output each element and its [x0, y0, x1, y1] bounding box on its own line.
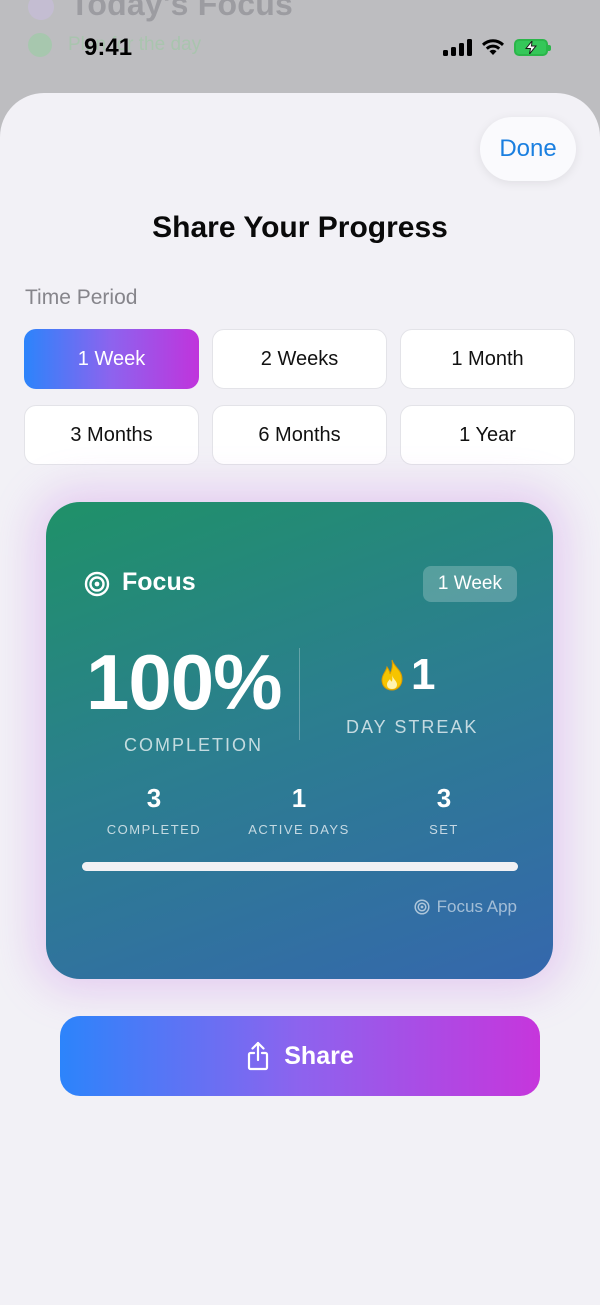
stat-value: 1	[291, 783, 307, 813]
streak-block: 1	[379, 650, 435, 700]
completion-label: COMPLETION	[124, 735, 264, 755]
stat-active-days: 1 ACTIVE DAYS	[224, 783, 374, 837]
share-progress-sheet: Done Share Your Progress Time Period 1 W…	[0, 93, 600, 1305]
background-check-icon	[28, 33, 52, 57]
background-task-icon	[28, 0, 54, 20]
card-divider	[299, 648, 300, 740]
done-button[interactable]: Done	[480, 117, 576, 181]
stat-label: COMPLETED	[106, 822, 202, 837]
streak-label: DAY STREAK	[346, 717, 479, 737]
time-period-selector: 1 Week 2 Weeks 1 Month 3 Months 6 Months…	[24, 329, 576, 465]
completion-progress-bar	[82, 862, 518, 871]
status-time: 9:41	[84, 34, 133, 61]
period-option-1-week[interactable]: 1 Week	[24, 329, 199, 389]
progress-share-card: Focus 1 Week 100% COMPLETION 1 DAY STREA…	[46, 502, 553, 979]
stat-value: 3	[146, 783, 162, 813]
period-option-1-month[interactable]: 1 Month	[400, 329, 575, 389]
stat-value: 3	[436, 783, 452, 813]
card-app-name: Focus	[122, 568, 196, 596]
cellular-signal-icon	[443, 38, 472, 56]
card-footer-brand: Focus App	[414, 897, 517, 917]
share-button[interactable]: Share	[60, 1016, 540, 1096]
share-icon	[248, 1041, 269, 1071]
stat-label: SET	[429, 822, 459, 837]
share-button-label: Share	[284, 1041, 354, 1070]
completion-value: 100%	[86, 638, 282, 726]
stat-set: 3 SET	[369, 783, 519, 837]
sheet-title: Share Your Progress	[152, 211, 448, 244]
battery-charging-icon	[514, 38, 551, 56]
period-option-1-year[interactable]: 1 Year	[400, 405, 575, 465]
target-icon	[414, 899, 430, 915]
period-option-2-weeks[interactable]: 2 Weeks	[212, 329, 387, 389]
period-option-3-months[interactable]: 3 Months	[24, 405, 199, 465]
time-period-label: Time Period	[25, 286, 138, 309]
streak-value: 1	[411, 650, 436, 699]
wifi-icon	[482, 39, 504, 55]
period-option-6-months[interactable]: 6 Months	[212, 405, 387, 465]
background-title: Today's Focus	[70, 0, 293, 22]
flame-icon	[381, 659, 403, 691]
footer-brand-label: Focus App	[436, 897, 517, 916]
card-period-badge: 1 Week	[422, 566, 517, 602]
completion-progress-fill	[82, 862, 518, 871]
stat-completed: 3 COMPLETED	[79, 783, 229, 837]
status-icons	[443, 38, 551, 56]
target-icon	[84, 571, 110, 597]
stat-label: ACTIVE DAYS	[248, 822, 350, 837]
